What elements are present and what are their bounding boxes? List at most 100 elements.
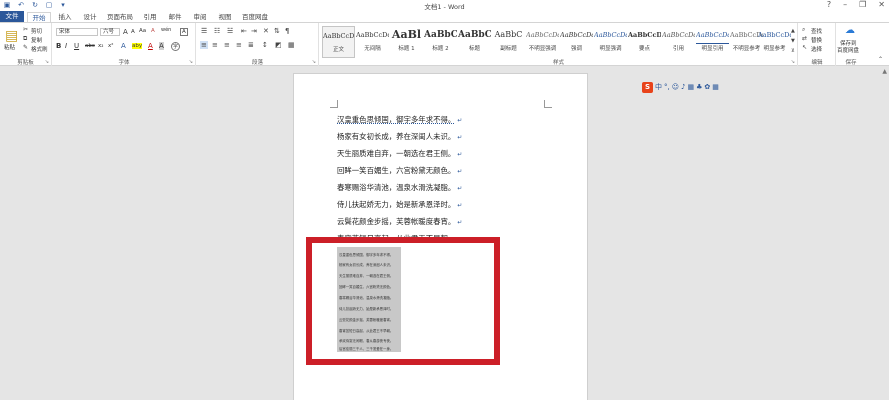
subscript-button[interactable]: x₂ [98, 43, 103, 49]
tab-view[interactable]: 视图 [213, 12, 237, 22]
scroll-up-icon[interactable]: ▲ [882, 68, 887, 75]
ime-chinese-mode-icon[interactable]: 中 [655, 82, 662, 92]
style-subtle-emphasis[interactable]: AaBbCcDd 不明显强调 [526, 26, 559, 58]
document-line[interactable]: 春寒赐浴华清池，温泉水滑洗凝脂。 ↵ [337, 182, 462, 193]
font-size-select[interactable]: 六号 [100, 28, 120, 36]
document-line[interactable]: 云鬓花颜金步摇，芙蓉帐暖度春宵。 ↵ [337, 216, 462, 227]
tab-insert[interactable]: 插入 [53, 12, 77, 22]
font-family-select[interactable]: 宋体 [56, 28, 98, 36]
borders-icon[interactable]: ▦ [288, 41, 295, 49]
document-line[interactable]: 天生丽质难自弃，一朝选在君王侧。 ↵ [337, 148, 462, 159]
paste-button[interactable]: 粘贴 [4, 43, 15, 51]
sort-icon[interactable]: ⇅ [274, 27, 280, 35]
underline-button[interactable]: U [74, 42, 79, 50]
line-spacing-icon[interactable]: ↕ [262, 41, 268, 49]
align-left-icon[interactable]: ≡ [200, 41, 208, 49]
format-painter-button[interactable]: 格式刷 [31, 45, 48, 53]
bullets-icon[interactable]: ☰ [201, 27, 207, 35]
style-intense-emphasis[interactable]: AaBbCcDd 明显强调 [594, 26, 627, 58]
highlight-color-button[interactable]: aby [132, 43, 143, 49]
restore-icon[interactable]: ❐ [859, 0, 866, 9]
ime-toolbox-icon[interactable]: ▦ [712, 82, 719, 92]
dialog-launcher-icon[interactable]: ↘ [189, 59, 193, 65]
text-effects-button[interactable]: A [121, 42, 126, 50]
style-intense-quote[interactable]: AaBbCcDd 明显引用 [696, 26, 729, 58]
style-heading-1[interactable]: AaBl 标题 1 [390, 26, 423, 58]
font-color-button[interactable]: A [148, 42, 153, 50]
style-intense-reference[interactable]: AaBbCcDd 明显参考 [758, 26, 791, 58]
ime-shirt-icon[interactable]: ✿ [704, 82, 710, 92]
italic-button[interactable]: I [65, 42, 67, 50]
styles-group-label: 样式 [552, 60, 564, 66]
show-marks-icon[interactable]: ¶ [285, 27, 289, 35]
style-preview: AaBl [391, 28, 422, 41]
tab-mailings[interactable]: 邮件 [163, 12, 187, 22]
increase-indent-icon[interactable]: ⇥ [251, 27, 257, 35]
save-to-button-line2[interactable]: 百度网盘 [837, 46, 859, 54]
shrink-font-button[interactable]: A [131, 29, 135, 35]
style-no-spacing[interactable]: AaBbCcDd 无间隔 [356, 26, 389, 58]
minimize-icon[interactable]: – [843, 0, 847, 9]
superscript-button[interactable]: x² [108, 43, 113, 49]
tab-page-layout[interactable]: 页面布局 [104, 12, 136, 22]
style-name: 不明显强调 [528, 46, 557, 52]
strikethrough-button[interactable]: abc [85, 43, 95, 49]
character-border-button[interactable]: A [180, 28, 188, 36]
dialog-launcher-icon[interactable]: ↘ [312, 59, 316, 65]
document-line[interactable]: 回眸一笑百媚生，六宫粉黛无颜色。 ↵ [337, 165, 462, 176]
justify-icon[interactable]: ≡ [236, 41, 242, 49]
grow-font-button[interactable]: A [123, 28, 128, 36]
multilevel-list-icon[interactable]: ☱ [227, 27, 233, 35]
help-icon[interactable]: ? [827, 0, 831, 9]
style-quote[interactable]: AaBbCcDd 引用 [662, 26, 695, 58]
tab-review[interactable]: 审阅 [188, 12, 212, 22]
window-controls: ? – ❐ ✕ [827, 0, 885, 9]
style-emphasis[interactable]: AaBbCcDd 强调 [560, 26, 593, 58]
ime-punctuation-icon[interactable]: °, [664, 82, 670, 92]
bold-button[interactable]: B [56, 42, 61, 50]
paste-icon[interactable]: ▤ [5, 28, 18, 44]
tab-design[interactable]: 设计 [78, 12, 102, 22]
close-icon[interactable]: ✕ [878, 0, 885, 9]
character-shading-button[interactable]: A [159, 42, 164, 50]
shading-icon[interactable]: ◩ [275, 41, 282, 49]
tab-references[interactable]: 引用 [138, 12, 162, 22]
document-line[interactable]: 侍儿扶起娇无力，始是新承恩泽时。 ↵ [337, 199, 462, 210]
align-right-icon[interactable]: ≡ [224, 41, 230, 49]
chinese-layout-icon[interactable]: ✕ [263, 27, 269, 35]
style-heading-2[interactable]: AaBbC 标题 2 [424, 26, 457, 58]
collapse-ribbon-icon[interactable]: ⌃ [878, 56, 883, 64]
style-title[interactable]: AaBbC 标题 [458, 26, 491, 58]
clear-formatting-button[interactable]: A [151, 28, 155, 34]
cloud-icon[interactable]: ☁ [845, 26, 855, 36]
dialog-launcher-icon[interactable]: ↘ [791, 59, 795, 65]
phonetic-guide-button[interactable]: wén [161, 27, 171, 33]
style-subtitle[interactable]: AaBbC 副标题 [492, 26, 525, 58]
document-line[interactable]: 汉皇重色思倾国，御宇多年求不得。 ↵ [337, 114, 462, 125]
styles-scroll-icon[interactable]: ▲ ▼ ⊻ [791, 26, 795, 56]
style-strong[interactable]: AaBbCcDd 要点 [628, 26, 661, 58]
select-button[interactable]: 选择 [811, 45, 822, 53]
decrease-indent-icon[interactable]: ⇤ [241, 27, 247, 35]
style-normal[interactable]: AaBbCcDd 正文 [322, 26, 355, 58]
ime-keyboard-icon[interactable]: ▦ [688, 82, 695, 92]
distributed-icon[interactable]: ≣ [248, 41, 254, 49]
find-button[interactable]: 查找 [811, 27, 822, 35]
change-case-button[interactable]: Aa [139, 28, 146, 34]
copy-button[interactable]: 复制 [31, 36, 42, 44]
replace-button[interactable]: 替换 [811, 36, 822, 44]
numbering-icon[interactable]: ☷ [214, 27, 220, 35]
style-preview: AaBbC [424, 30, 457, 40]
sogou-logo-icon[interactable]: S [642, 81, 653, 93]
enclose-characters-button[interactable]: 字 [171, 42, 181, 51]
ime-voice-icon[interactable]: ♪ [681, 82, 685, 92]
ime-skin-icon[interactable]: ♣ [696, 82, 702, 92]
dialog-launcher-icon[interactable]: ↘ [45, 59, 49, 65]
align-center-icon[interactable]: ≡ [212, 41, 218, 49]
document-line[interactable]: 杨家有女初长成，养在深闺人未识。 ↵ [337, 131, 462, 142]
tab-file[interactable]: 文件 [0, 11, 24, 22]
tab-home[interactable]: 开始 [27, 12, 51, 22]
tab-baidu-netdisk[interactable]: 百度网盘 [239, 12, 271, 22]
cut-button[interactable]: 剪切 [31, 27, 42, 35]
ime-emoji-icon[interactable]: ☺ [672, 82, 679, 92]
